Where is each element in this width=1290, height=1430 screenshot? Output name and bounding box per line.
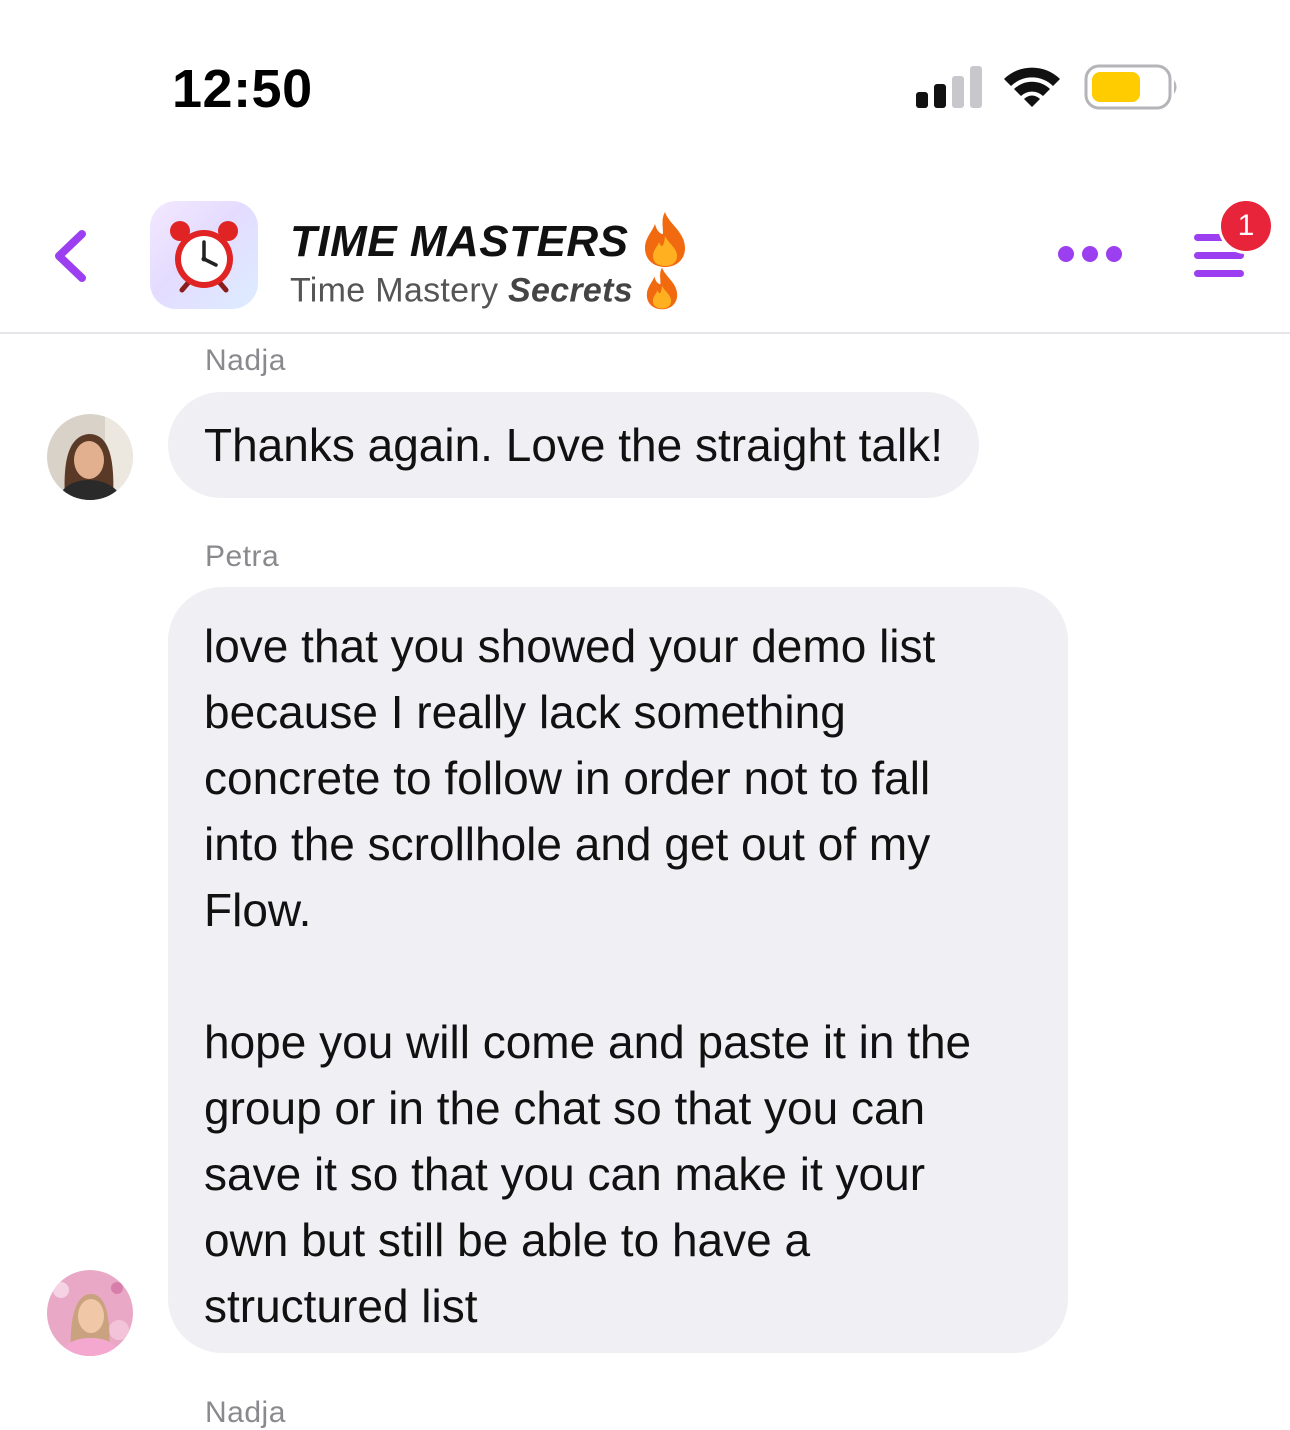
title-text: TIME MASTERS [290, 217, 629, 267]
group-subtitle: Time Mastery Secrets [290, 266, 681, 319]
message-bubble[interactable]: Thanks again. Love the straight talk! [168, 392, 979, 498]
message-line: group or in the chat so that you can [204, 1082, 926, 1134]
subtitle-emphasis: Secrets [508, 271, 633, 310]
message-sender: Nadja [205, 1396, 286, 1429]
group-avatar[interactable] [150, 201, 258, 309]
message-line: because I really lack something [204, 686, 846, 738]
more-horizontal-icon[interactable] [1056, 244, 1124, 264]
wifi-icon [1002, 64, 1062, 110]
message-sender: Petra [205, 540, 280, 573]
subtitle-text: Time Mastery [290, 271, 508, 310]
cellular-signal-icon [916, 66, 982, 108]
message-line: into the scrollhole and get out of my [204, 818, 931, 870]
message-line: own but still be able to have a [204, 1214, 811, 1266]
message-line: concrete to follow in order not to fall [204, 752, 931, 804]
message-line: Flow. [204, 884, 312, 936]
avatar[interactable] [47, 414, 133, 500]
message-line: save it so that you can make it your [204, 1148, 926, 1200]
chat-header: TIME MASTERS Time Mastery Secrets 1 [0, 190, 1290, 334]
battery-icon [1084, 64, 1180, 110]
alarm-clock-icon [170, 221, 238, 293]
chevron-left-icon[interactable] [50, 228, 90, 284]
message-line: love that you showed your demo list [204, 620, 936, 672]
status-time: 12:50 [172, 59, 313, 119]
paragraph-break [204, 943, 1032, 1009]
message-line: structured list [204, 1280, 478, 1332]
chat-screen: 12:50 TIME MASTERS Time Mastery Secrets … [0, 0, 1290, 1430]
notification-badge[interactable]: 1 [1218, 198, 1274, 254]
avatar[interactable] [47, 1270, 133, 1356]
message-bubble[interactable]: love that you showed your demo list beca… [168, 587, 1068, 1353]
fire-icon [643, 266, 681, 319]
message-line: Thanks again. Love the straight talk! [204, 419, 943, 471]
message-line: hope you will come and paste it in the [204, 1016, 972, 1068]
message-sender: Nadja [205, 344, 286, 377]
